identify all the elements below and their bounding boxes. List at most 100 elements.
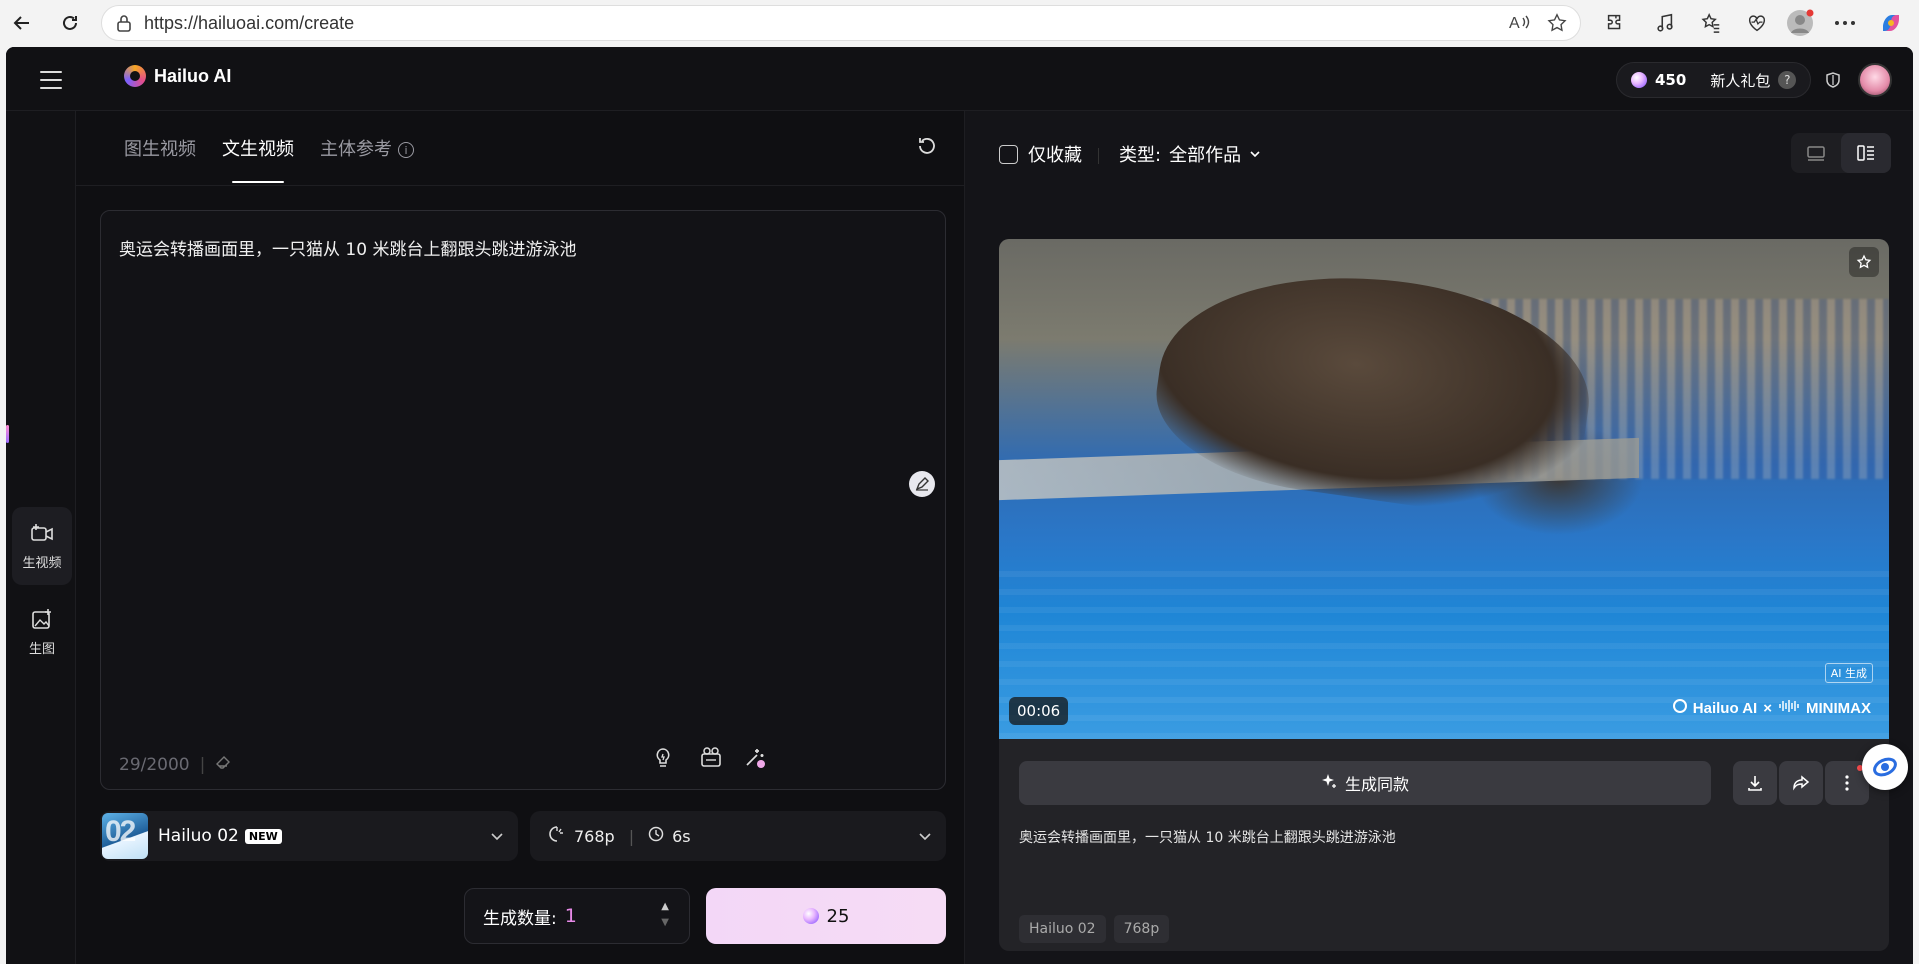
favorite-star-icon[interactable] [1546,12,1568,39]
char-counter: 29/2000 | [119,754,231,775]
inspiration-bulb-icon[interactable] [649,743,677,771]
hailuo-logo-icon [124,65,146,87]
card-prompt-text: 奥运会转播画面里，一只猫从 10 米跳台上翻跟头跳进游泳池 [1019,830,1396,846]
ai-generated-tag: AI 生成 [1824,663,1873,683]
info-icon[interactable]: i [398,142,414,158]
divider: | [628,826,635,846]
type-label: 类型: [1119,145,1162,166]
rail-item-label: 生视频 [22,555,62,571]
generate-button[interactable]: 25 [706,888,946,944]
svg-text:A: A [1509,15,1520,32]
help-icon[interactable]: ? [1778,71,1797,89]
download-icon[interactable] [1733,761,1777,805]
generate-cost: 25 [826,905,850,927]
stepper-arrows: ▲ ▼ [661,899,669,931]
profile-icon[interactable] [1785,9,1815,37]
browser-health-icon[interactable] [1742,9,1772,37]
watermark-times: × [1763,699,1772,717]
quantity-label: 生成数量: [483,908,557,929]
back-icon[interactable] [8,9,36,37]
generate-same-label: 生成同款 [1344,775,1409,794]
gallery-panel: 仅收藏 类型: 全部作品 00:06 AI 生成 Hailuo AI × MIN… [964,111,1913,964]
hailuo-app: Hailuo AI 450 新人礼包 ? 生视频 生图 图生视频 文生视频 主体… [6,47,1913,964]
divider [1098,148,1099,164]
sparkle-icon [1321,773,1337,793]
lock-icon[interactable] [116,14,134,32]
decrement-arrow-icon[interactable]: ▼ [661,915,669,931]
list-view-icon[interactable] [1791,133,1841,173]
type-filter-dropdown[interactable]: 类型: 全部作品 [1119,141,1261,167]
favorites-only-checkbox[interactable]: 仅收藏 [999,141,1082,167]
char-count: 29/2000 [119,754,190,775]
video-preview[interactable]: 00:06 AI 生成 Hailuo AI × MINIMAX [999,239,1889,739]
prompt-enhance-icon[interactable] [741,743,769,771]
model-name: Hailuo 02 [158,826,239,846]
copilot-icon[interactable] [1876,9,1906,37]
video-card: 00:06 AI 生成 Hailuo AI × MINIMAX 生成同款 奥运会… [999,239,1889,951]
side-rail: 生视频 生图 [6,111,76,964]
video-watermark: Hailuo AI × MINIMAX [1672,699,1871,717]
floating-assistant-icon[interactable] [1862,744,1908,790]
more-options-icon[interactable] [1830,9,1860,37]
resolution-chip: 768p [1113,915,1170,943]
extensions-icon[interactable] [1600,9,1630,37]
browser-toolbar: https://hailuoai.com/create A [0,0,1919,46]
checkbox[interactable] [999,144,1018,164]
gift-pack-label[interactable]: 新人礼包 [1710,70,1770,91]
tab-image-to-video[interactable]: 图生视频 [124,135,196,183]
rail-item-label: 生图 [28,641,55,657]
share-icon[interactable] [1779,761,1823,805]
new-badge: NEW [244,828,282,844]
model-thumbnail [102,813,148,859]
card-actions: 生成同款 [1019,761,1869,805]
quantity-stepper[interactable]: 生成数量: 1 ▲ ▼ [464,888,690,944]
credit-count: 450 [1655,71,1687,89]
resolution-duration-selector[interactable]: 768p | 6s [530,811,946,861]
quantity-value: 1 [564,905,577,927]
tab-divider [76,185,964,186]
resolution-value: 768p [574,826,615,846]
brand-logo[interactable]: Hailuo AI [124,65,231,87]
favorites-collection-icon[interactable] [1696,9,1726,37]
video-duration-badge: 00:06 [1009,697,1069,725]
credits-pill[interactable]: 450 新人礼包 ? [1616,62,1812,98]
user-avatar[interactable] [1858,63,1892,97]
clock-icon [648,826,664,846]
minimax-wave-icon [1778,699,1800,717]
favorites-only-label: 仅收藏 [1028,145,1082,166]
type-value: 全部作品 [1169,145,1242,166]
prompt-input-text[interactable]: 奥运会转播画面里，一只猫从 10 米跳台上翻跟头跳进游泳池 [119,235,576,260]
watermark-brand: Hailuo AI [1692,699,1758,717]
watermark-logo-icon [1672,699,1687,717]
image-plus-icon [31,608,53,634]
camera-movement-icon[interactable] [697,743,725,771]
reload-icon[interactable] [56,9,84,37]
address-bar[interactable]: https://hailuoai.com/create [101,5,1581,41]
notification-icon[interactable] [1818,65,1848,95]
favorite-star-icon[interactable] [1849,247,1879,277]
app-header: Hailuo AI 450 新人礼包 ? [6,47,1913,111]
tab-text-to-video[interactable]: 文生视频 [222,135,294,183]
duration-value: 6s [672,826,691,846]
rail-item-image[interactable]: 生图 [12,593,72,671]
chevron-down-icon [490,828,504,847]
reset-icon[interactable] [916,135,938,161]
model-selector[interactable]: Hailuo 02 NEW [100,811,518,861]
create-mode-tabs: 图生视频 文生视频 主体参考 i [124,135,414,183]
eraser-icon[interactable] [215,754,231,775]
url-text: https://hailuoai.com/create [144,12,355,33]
increment-arrow-icon[interactable]: ▲ [661,899,669,915]
detail-view-icon[interactable] [1841,133,1891,173]
brand-name: Hailuo AI [154,65,232,86]
card-tags: Hailuo 02 768p [1019,915,1170,943]
read-aloud-icon[interactable]: A [1509,12,1531,37]
view-mode-toggle [1791,133,1891,173]
generate-same-button[interactable]: 生成同款 [1019,761,1711,805]
ai-write-icon[interactable] [909,471,935,497]
tab-subject-reference[interactable]: 主体参考 i [320,135,414,183]
media-control-icon[interactable] [1650,9,1680,37]
model-chip: Hailuo 02 [1019,915,1106,943]
rail-item-video[interactable]: 生视频 [12,507,72,585]
prompt-textarea[interactable]: 奥运会转播画面里，一只猫从 10 米跳台上翻跟头跳进游泳池 29/2000 | [100,210,946,790]
menu-icon[interactable] [40,71,62,95]
